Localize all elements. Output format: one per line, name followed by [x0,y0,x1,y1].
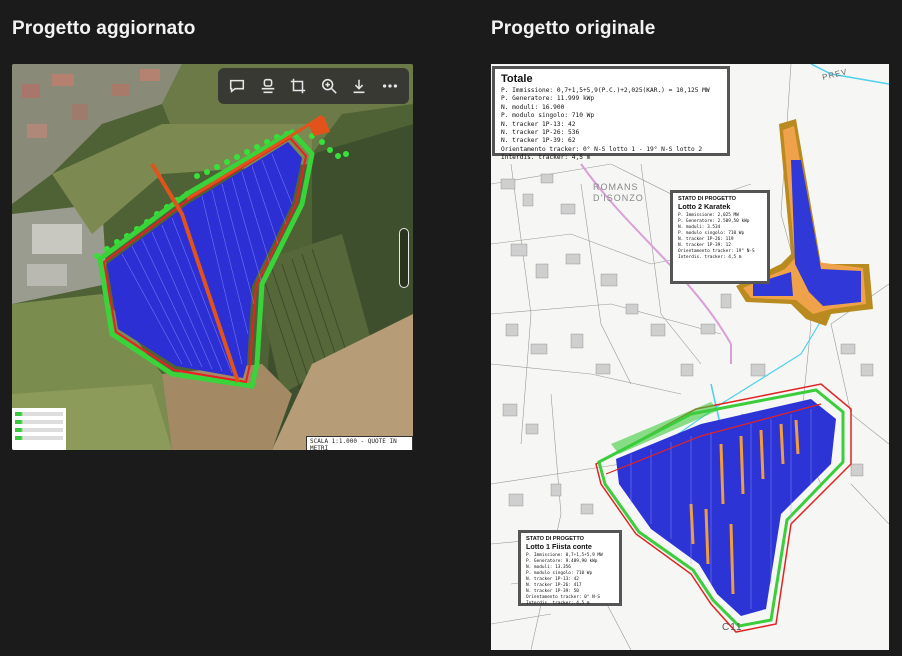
satellite-map [12,64,413,450]
title-original-project: Progetto originale [491,18,656,39]
town-label: ROMANS D'ISONZO [593,182,644,203]
title-updated-project: Progetto aggiornato [12,18,196,39]
totale-line: N. tracker 1P-26: 536 [501,129,580,137]
comment-button[interactable] [225,74,249,98]
lotto1-infobox: STATO DI PROGETTO Lotto 1 Fiista conte P… [518,530,622,606]
zoom-in-button[interactable] [317,74,341,98]
crop-icon [291,78,306,94]
download-icon [353,79,365,94]
totale-line: P. Immissione: 0,7+1,5+5,9(P.C.)+2,025(K… [501,87,710,94]
totale-line: N. tracker 1P-39: 62 [501,137,576,145]
lotto1-title: Lotto 1 Fiista conte [526,542,592,551]
more-icon [382,84,397,88]
totale-header: Totale [501,73,533,85]
road-label: C11 [722,622,743,633]
map-legend [12,408,66,450]
totale-line: N. moduli: 16.900 [501,103,565,111]
lotto1-line: Interdis. tracker: 4,5 m [526,601,590,606]
totale-line: P. modulo singolo: 710 Wp [501,112,595,120]
vertical-scrollbar[interactable] [399,228,409,288]
totale-line: Interdis. tracker: 4,5 m [501,154,591,162]
lotto2-line: Interdis. tracker: 4,5 m [678,255,742,260]
totale-line: Orientamento tracker: 0° N-S lotto 1 - 1… [501,145,703,153]
crop-button[interactable] [286,74,310,98]
stamp-icon [261,78,275,94]
totale-line: N. tracker 1P-13: 42 [501,120,576,128]
updated-project-image[interactable]: SCALA 1:1.000 - QUOTE IN METRI [12,64,413,450]
image-toolbar [218,68,409,104]
zoom-in-icon [321,78,337,94]
comment-icon [230,79,245,93]
scale-label: SCALA 1:1.000 - QUOTE IN METRI [306,436,413,450]
more-button[interactable] [378,74,402,98]
lotto2-infobox: STATO DI PROGETTO Lotto 2 Karatek P. Imm… [670,190,770,284]
download-button[interactable] [347,74,371,98]
stamp-button[interactable] [256,74,280,98]
totale-line: P. Generatore: 11.999 kWp [501,95,595,103]
lotto2-title: Lotto 2 Karatek [678,202,731,211]
totale-infobox: Totale P. Immissione: 0,7+1,5+5,9(P.C.)+… [492,66,730,161]
